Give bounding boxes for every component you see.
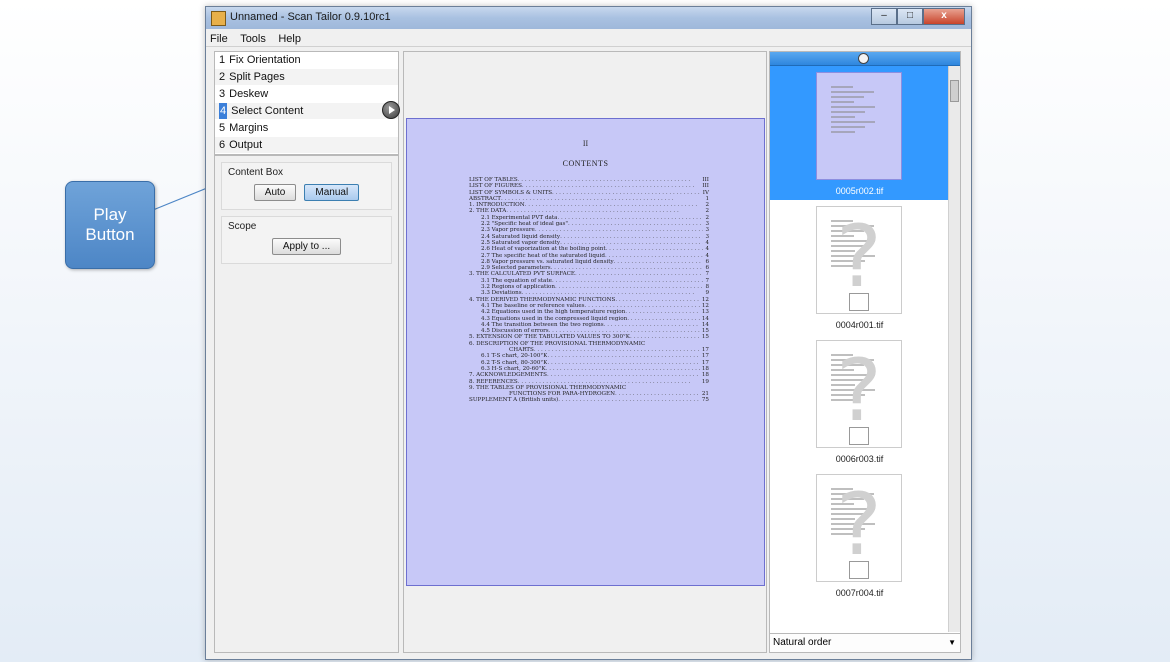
missing-thumbnail-icon: ? <box>816 206 902 314</box>
page-number: II <box>582 139 589 148</box>
thumbnail-scrollbar[interactable] <box>948 66 960 632</box>
stage-margins[interactable]: 5 Margins <box>215 120 398 137</box>
toc-entry-title: SUPPLEMENT A (British units) <box>469 397 559 404</box>
thumbnail-item[interactable]: 0005r002.tif <box>770 66 949 200</box>
stage-label: Fix Orientation <box>229 54 301 66</box>
page-thumbnail <box>816 72 902 180</box>
missing-thumbnail-icon: ? <box>816 474 902 582</box>
stage-number: 2 <box>219 71 226 83</box>
stage-label: Deskew <box>229 88 269 100</box>
main-area: 1 Fix Orientation 2 Split Pages 3 Deskew 4S… <box>206 47 971 659</box>
app-icon <box>211 11 226 26</box>
thumbnail-label: 0004r001.tif <box>835 320 884 330</box>
close-button[interactable]: x <box>923 8 965 25</box>
thumbnail-item[interactable]: ? 0007r004.tif <box>770 468 949 602</box>
missing-thumbnail-icon: ? <box>816 340 902 448</box>
thumbnail-label: 0005r002.tif <box>835 186 884 196</box>
stage-number: 3 <box>219 88 226 100</box>
left-panel: 1 Fix Orientation 2 Split Pages 3 Deskew 4S… <box>214 51 400 653</box>
table-of-contents: LIST OF TABLESIIILIST OF FIGURESIIILIST … <box>469 177 709 404</box>
thumbnail-panel: 0005r002.tif? 0004r001.tif? 0006r003.tif? 0… <box>769 51 961 653</box>
page-heading: CONTENTS <box>562 159 609 168</box>
auto-button[interactable]: Auto <box>253 184 297 201</box>
stage-fix-orientation[interactable]: 1 Fix Orientation <box>215 52 398 69</box>
maximize-button[interactable]: □ <box>897 8 923 25</box>
stage-label: Margins <box>229 122 269 134</box>
page-view: II CONTENTS LIST OF TABLESIIILIST OF FIG… <box>403 51 767 653</box>
content-box-title: Content Box <box>228 167 284 178</box>
thumbnail-label: 0007r004.tif <box>835 588 884 598</box>
stage-output[interactable]: 6 Output <box>215 137 398 154</box>
stage-label: Output <box>229 139 263 151</box>
toc-leader <box>558 397 700 403</box>
stage-label: Split Pages <box>229 71 285 83</box>
menu-file[interactable]: File <box>206 31 232 47</box>
thumbnail-list: 0005r002.tif? 0004r001.tif? 0006r003.tif? 0… <box>770 66 949 632</box>
minimize-button[interactable]: – <box>871 8 897 25</box>
sort-order-value: Natural order <box>773 637 832 648</box>
menu-bar: File Tools Help <box>206 29 971 47</box>
stage-label: Select Content <box>231 105 304 117</box>
menu-help[interactable]: Help <box>274 31 305 47</box>
thumbnail-item[interactable]: ? 0004r001.tif <box>770 200 949 334</box>
toc-entry: SUPPLEMENT A (British units) 75 <box>469 397 709 403</box>
title-bar[interactable]: Unnamed - Scan Tailor 0.9.10rc1 – □ x <box>206 7 971 29</box>
menu-tools[interactable]: Tools <box>236 31 270 47</box>
stage-list: 1 Fix Orientation 2 Split Pages 3 Deskew 4S… <box>214 51 400 155</box>
app-window: Unnamed - Scan Tailor 0.9.10rc1 – □ x Fi… <box>205 6 972 660</box>
sort-order-select[interactable]: Natural order ▼ <box>770 633 960 652</box>
manual-button[interactable]: Manual <box>304 184 360 201</box>
scope-title: Scope <box>228 221 257 232</box>
content-box-group: Content Box Auto Manual <box>221 162 392 210</box>
thumbnail-item[interactable]: ? 0006r003.tif <box>770 334 949 468</box>
window-title: Unnamed - Scan Tailor 0.9.10rc1 <box>230 11 391 23</box>
toc-entry-page: 75 <box>701 397 709 404</box>
content-box[interactable]: II CONTENTS LIST OF TABLESIIILIST OF FIG… <box>406 118 765 586</box>
thumbnail-label: 0006r003.tif <box>835 454 884 464</box>
stage-deskew[interactable]: 3 Deskew <box>215 86 398 103</box>
stage-number: 6 <box>219 139 226 151</box>
stage-number: 4 <box>219 103 228 119</box>
play-button-callout: Play Button <box>65 181 155 269</box>
play-icon[interactable] <box>382 101 400 119</box>
stage-number: 5 <box>219 122 226 134</box>
scroll-to-current-icon[interactable] <box>858 53 869 64</box>
callout-line-1: Play <box>93 205 127 224</box>
stage-select-content[interactable]: 4 Select Content <box>215 101 400 120</box>
options-panel: Content Box Auto Manual Scope Apply to .… <box>214 155 399 653</box>
scrollbar-thumb[interactable] <box>950 80 959 102</box>
stage-split-pages[interactable]: 2 Split Pages <box>215 69 398 86</box>
callout-line-2: Button <box>85 225 135 244</box>
scope-group: Scope Apply to ... <box>221 216 392 264</box>
thumbnail-header[interactable] <box>770 52 960 66</box>
chevron-down-icon[interactable]: ▼ <box>948 634 956 652</box>
stage-number: 1 <box>219 54 226 66</box>
apply-to-button[interactable]: Apply to ... <box>271 238 342 255</box>
